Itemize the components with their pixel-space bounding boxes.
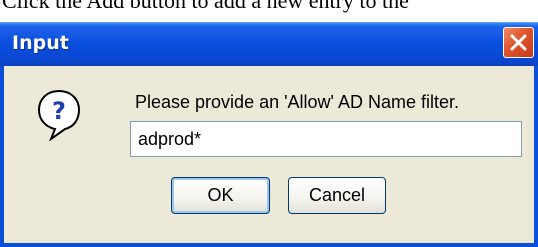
prompt-text: Please provide an 'Allow' AD Name filter… xyxy=(135,92,460,112)
dialog-titlebar[interactable]: Input xyxy=(0,22,538,66)
close-button[interactable] xyxy=(503,27,534,58)
close-icon xyxy=(510,34,527,51)
question-icon: ? xyxy=(37,89,81,141)
ok-button[interactable]: OK xyxy=(171,177,270,214)
input-dialog: Input ? Please provide an 'Allow' AD Nam… xyxy=(0,22,538,247)
background-instruction-text: Click the Add button to add a new entry … xyxy=(2,0,409,13)
filter-input[interactable] xyxy=(130,121,522,157)
cancel-button[interactable]: Cancel xyxy=(288,177,386,214)
screen: Click the Add button to add a new entry … xyxy=(0,0,538,247)
dialog-title: Input xyxy=(12,32,69,54)
svg-text:?: ? xyxy=(52,97,66,125)
